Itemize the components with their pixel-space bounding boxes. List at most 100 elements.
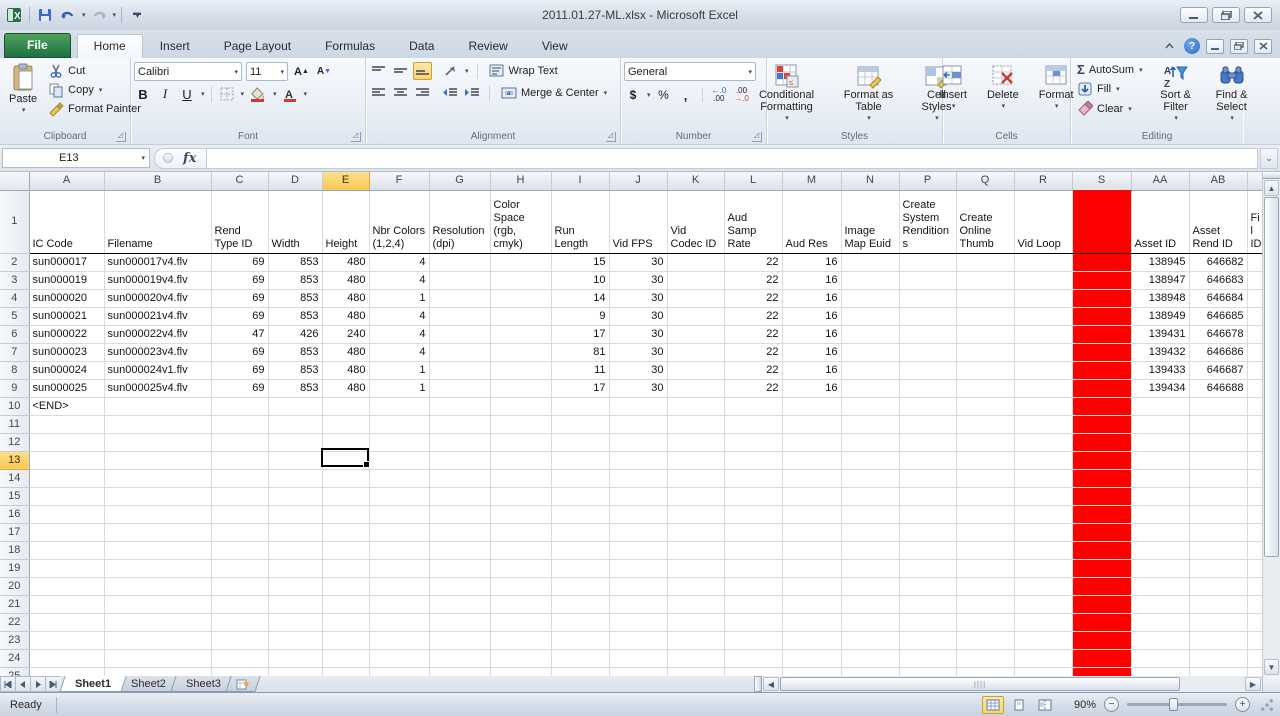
cell-R6[interactable] [1014,325,1072,343]
field-header[interactable]: Nbr Colors (1,2,4) [369,190,429,253]
cell-AA13[interactable] [1131,451,1189,469]
cell-G10[interactable] [429,397,490,415]
cell-H2[interactable] [490,253,551,271]
cell-AA18[interactable] [1131,541,1189,559]
cell-K2[interactable] [667,253,724,271]
cell-E25[interactable] [322,667,369,676]
cell-H25[interactable] [490,667,551,676]
cell-G15[interactable] [429,487,490,505]
accounting-format-icon[interactable]: $ [624,86,642,104]
cell-AA4[interactable]: 138948 [1131,289,1189,307]
cell-R23[interactable] [1014,631,1072,649]
cell-B12[interactable] [104,433,211,451]
cell-C10[interactable] [211,397,268,415]
scroll-up-icon[interactable]: ▲ [1264,180,1279,196]
cell-R20[interactable] [1014,577,1072,595]
expand-formula-bar-icon[interactable]: ⌄ [1260,148,1278,169]
column-header-A[interactable]: A [29,172,104,190]
cell-I15[interactable] [551,487,609,505]
cell-C13[interactable] [211,451,268,469]
cell-ac13[interactable] [1247,451,1262,469]
cell-H24[interactable] [490,649,551,667]
cell-I24[interactable] [551,649,609,667]
cell-K21[interactable] [667,595,724,613]
cell-G6[interactable] [429,325,490,343]
cell-E8[interactable]: 480 [322,361,369,379]
undo-icon[interactable] [58,5,78,25]
cell-ac7[interactable] [1247,343,1262,361]
comma-style-icon[interactable]: , [677,86,695,104]
cell-S25[interactable] [1072,667,1131,676]
cell-AB10[interactable] [1189,397,1247,415]
cell-ac23[interactable] [1247,631,1262,649]
borders-icon[interactable] [218,85,236,103]
cell-N16[interactable] [841,505,899,523]
row-header-21[interactable]: 21 [0,595,29,613]
zoom-level-label[interactable]: 90% [1064,699,1096,711]
cell-S7[interactable] [1072,343,1131,361]
number-dialog-launcher[interactable]: ◿ [752,132,762,142]
cell-L20[interactable] [724,577,782,595]
cell-B4[interactable]: sun000020v4.flv [104,289,211,307]
cell-J20[interactable] [609,577,667,595]
cell-B15[interactable] [104,487,211,505]
font-name-combo[interactable]: Calibri▾ [134,62,242,81]
cut-button[interactable]: Cut [45,62,144,80]
cell-R8[interactable] [1014,361,1072,379]
cell-C24[interactable] [211,649,268,667]
workbook-minimize-button[interactable] [1206,39,1224,54]
row-header-20[interactable]: 20 [0,577,29,595]
cell-S9[interactable] [1072,379,1131,397]
cell-N9[interactable] [841,379,899,397]
cell-AB19[interactable] [1189,559,1247,577]
cell-P24[interactable] [899,649,956,667]
field-header[interactable]: IC Code [29,190,104,253]
cell-F14[interactable] [369,469,429,487]
cell-Q17[interactable] [956,523,1014,541]
cell-N18[interactable] [841,541,899,559]
field-header[interactable]: Create System Renditions [899,190,956,253]
cell-F2[interactable]: 4 [369,253,429,271]
field-header[interactable] [1072,190,1131,253]
cell-A10[interactable]: <END> [29,397,104,415]
cell-Q2[interactable] [956,253,1014,271]
cell-E10[interactable] [322,397,369,415]
cell-B14[interactable] [104,469,211,487]
cell-P10[interactable] [899,397,956,415]
cell-AB21[interactable] [1189,595,1247,613]
cell-AB12[interactable] [1189,433,1247,451]
font-color-icon[interactable]: A [281,85,299,103]
cell-F4[interactable]: 1 [369,289,429,307]
column-header-R[interactable]: R [1014,172,1072,190]
cell-F19[interactable] [369,559,429,577]
cell-Q18[interactable] [956,541,1014,559]
cell-B2[interactable]: sun000017v4.flv [104,253,211,271]
cell-I23[interactable] [551,631,609,649]
cell-AA17[interactable] [1131,523,1189,541]
worksheet-grid[interactable]: ABCDEFGHIJKLMNPQRSAAAB1IC CodeFilenameRe… [0,172,1262,676]
cell-L23[interactable] [724,631,782,649]
tab-file[interactable]: File [4,33,71,58]
cell-M10[interactable] [782,397,841,415]
cell-Q7[interactable] [956,343,1014,361]
cell-AA6[interactable]: 139431 [1131,325,1189,343]
cell-G4[interactable] [429,289,490,307]
cell-E21[interactable] [322,595,369,613]
field-header[interactable]: Fil ID [1247,190,1262,253]
cell-M9[interactable]: 16 [782,379,841,397]
find-select-dropdown[interactable]: ▾ [1230,113,1234,125]
cell-D4[interactable]: 853 [268,289,322,307]
cell-B10[interactable] [104,397,211,415]
cell-B9[interactable]: sun000025v4.flv [104,379,211,397]
cell-R15[interactable] [1014,487,1072,505]
cell-ac20[interactable] [1247,577,1262,595]
horizontal-scroll-thumb[interactable]: |||| [780,677,1180,691]
cell-AB25[interactable] [1189,667,1247,676]
cell-R19[interactable] [1014,559,1072,577]
cell-AA12[interactable] [1131,433,1189,451]
cell-F24[interactable] [369,649,429,667]
cell-K14[interactable] [667,469,724,487]
row-header-24[interactable]: 24 [0,649,29,667]
cell-ac12[interactable] [1247,433,1262,451]
cell-A7[interactable]: sun000023 [29,343,104,361]
